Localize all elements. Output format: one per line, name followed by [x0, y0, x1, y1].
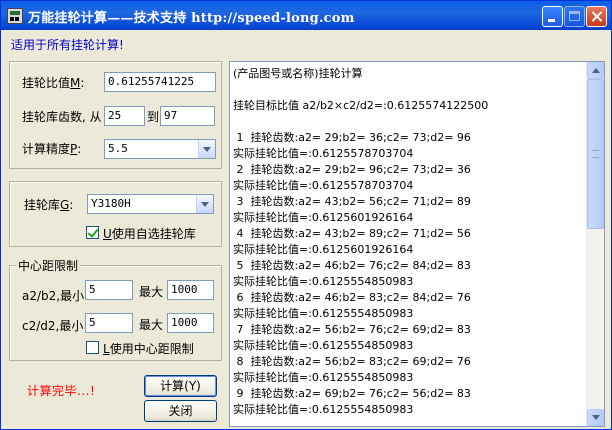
cd-min-label: c2/d2,最小 — [22, 319, 84, 333]
library-label: 挂轮库G: — [24, 198, 74, 212]
result-line: 实际挂轮比值=:0.6125554850983 — [233, 307, 414, 320]
status-text: 计算完毕...! — [27, 384, 96, 398]
teeth-to-label: 到 — [147, 110, 160, 124]
scroll-down-icon[interactable] — [587, 409, 604, 426]
result-line: 6 挂轮齿数:a2= 46;b2= 83;c2= 84;d2= 76 — [233, 291, 471, 304]
result-line: 挂轮目标比值 a2/b2×c2/d2=:0.6125574122500 — [233, 99, 489, 112]
minimize-button[interactable] — [542, 6, 563, 27]
library-value: Y3180H — [91, 197, 131, 210]
center-distance-group-title: 中心距限制 — [16, 257, 81, 274]
result-line: 实际挂轮比值=:0.6125601926164 — [233, 243, 414, 256]
result-line: 5 挂轮齿数:a2= 46;b2= 76;c2= 84;d2= 83 — [233, 259, 471, 272]
ab-max-label: 最大 — [139, 285, 164, 299]
result-line: 实际挂轮比值=:0.6125554850983 — [233, 339, 414, 352]
subtitle: 适用于所有挂轮计算! — [11, 38, 124, 52]
library-select[interactable]: Y3180H — [87, 194, 214, 214]
precision-label: 计算精度P: — [22, 142, 82, 156]
scroll-up-icon[interactable] — [587, 62, 604, 79]
close-window-button[interactable] — [586, 6, 607, 27]
center-distance-checkbox-label[interactable]: L使用中心距限制 — [103, 340, 194, 357]
maximize-button — [564, 6, 585, 27]
vertical-scrollbar[interactable] — [586, 62, 604, 426]
result-line: 实际挂轮比值=:0.6125578703704 — [233, 147, 414, 160]
ratio-label: 挂轮比值M: — [22, 76, 85, 90]
result-line — [233, 114, 588, 130]
result-line: 1 挂轮齿数:a2= 29;b2= 36;c2= 73;d2= 96 — [233, 131, 471, 144]
teeth-to-input[interactable]: 97 — [160, 106, 215, 126]
results-textarea[interactable]: (产品图号或名称)挂轮计算 挂轮目标比值 a2/b2×c2/d2=:0.6125… — [229, 61, 605, 427]
ratio-input[interactable]: 0.61255741225 — [104, 72, 216, 92]
result-line: 实际挂轮比值=:0.6125601926164 — [233, 211, 414, 224]
result-line: 3 挂轮齿数:a2= 43;b2= 56;c2= 71;d2= 89 — [233, 195, 471, 208]
window-title: 万能挂轮计算——技术支持 http://speed-long.com — [28, 11, 355, 26]
chevron-down-icon[interactable] — [196, 195, 213, 213]
cd-max-input[interactable]: 1000 — [167, 313, 214, 333]
main-window: 万能挂轮计算——技术支持 http://speed-long.com 适用于所有… — [0, 0, 612, 430]
params-group: 挂轮比值M: 0.61255741225 挂轮库齿数, 从 25 到 97 计算… — [9, 61, 222, 169]
library-group: 挂轮库G: Y3180H U使用自选挂轮库 — [9, 181, 222, 247]
precision-select[interactable]: 5.5 — [104, 139, 216, 159]
results-text: (产品图号或名称)挂轮计算 挂轮目标比值 a2/b2×c2/d2=:0.6125… — [233, 66, 588, 418]
center-distance-hotkey: L — [103, 342, 110, 356]
custom-library-label[interactable]: U使用自选挂轮库 — [103, 225, 196, 242]
result-line: 2 挂轮齿数:a2= 29;b2= 96;c2= 73;d2= 36 — [233, 163, 471, 176]
result-line: 实际挂轮比值=:0.6125554850983 — [233, 403, 414, 416]
close-button[interactable]: 关闭 — [144, 400, 217, 422]
cd-max-label: 最大 — [139, 318, 164, 332]
result-line: (产品图号或名称)挂轮计算 — [233, 67, 363, 80]
title-bar[interactable]: 万能挂轮计算——技术支持 http://speed-long.com — [1, 1, 611, 30]
custom-library-checkbox[interactable] — [86, 226, 99, 239]
scroll-thumb[interactable] — [587, 79, 604, 229]
teeth-from-input[interactable]: 25 — [104, 106, 145, 126]
center-distance-checkbox[interactable] — [86, 341, 99, 354]
ab-max-input[interactable]: 1000 — [167, 280, 214, 300]
result-line: 实际挂轮比值=:0.6125554850983 — [233, 371, 414, 384]
custom-library-hotkey: U — [103, 227, 112, 241]
teeth-range-label: 挂轮库齿数, 从 — [22, 110, 102, 124]
ab-min-label: a2/b2,最小 — [22, 289, 85, 303]
cd-min-input[interactable]: 5 — [85, 313, 133, 333]
app-icon[interactable] — [7, 8, 23, 24]
result-line: 8 挂轮齿数:a2= 56;b2= 83;c2= 69;d2= 76 — [233, 355, 471, 368]
result-line: 4 挂轮齿数:a2= 43;b2= 89;c2= 71;d2= 56 — [233, 227, 471, 240]
result-line: 实际挂轮比值=:0.6125578703704 — [233, 179, 414, 192]
calculate-button[interactable]: 计算(Y) — [144, 375, 217, 397]
library-hotkey: G — [60, 198, 70, 212]
chevron-down-icon[interactable] — [198, 140, 215, 158]
result-line: 9 挂轮齿数:a2= 69;b2= 76;c2= 56;d2= 83 — [233, 387, 471, 400]
ratio-hotkey: M — [70, 76, 81, 90]
center-distance-group: a2/b2,最小 5 最大 1000 c2/d2,最小 5 最大 1000 L使… — [9, 265, 222, 361]
ab-min-input[interactable]: 5 — [85, 280, 133, 300]
precision-value: 5.5 — [108, 142, 128, 155]
precision-hotkey: P — [70, 142, 78, 156]
result-line — [233, 82, 588, 98]
result-line: 7 挂轮齿数:a2= 56;b2= 76;c2= 69;d2= 83 — [233, 323, 471, 336]
result-line: 实际挂轮比值=:0.6125554850983 — [233, 275, 414, 288]
